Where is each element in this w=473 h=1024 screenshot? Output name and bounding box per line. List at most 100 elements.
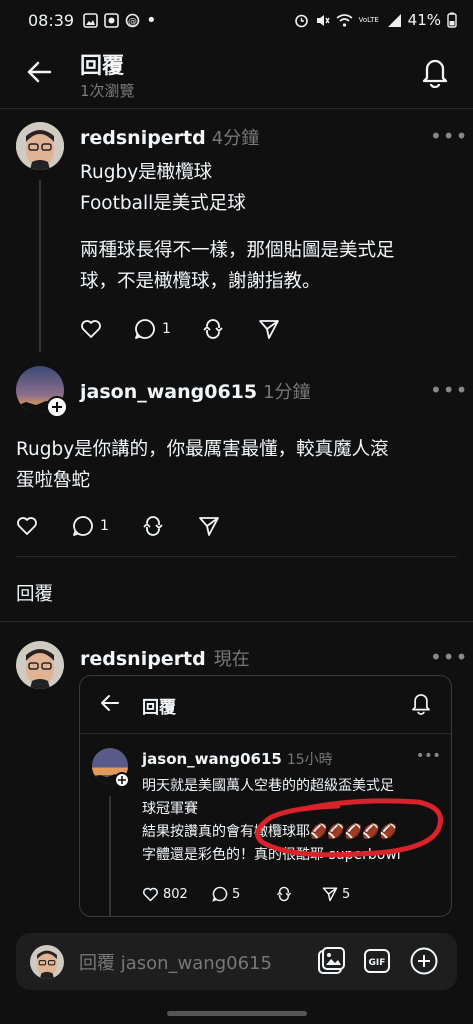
embed-follow-icon bbox=[114, 772, 130, 788]
embed-actions: 802 5 5 bbox=[142, 886, 350, 902]
repost-icon bbox=[276, 886, 292, 902]
home-indicator[interactable] bbox=[167, 1011, 307, 1016]
post-divider bbox=[16, 556, 457, 557]
heart-icon bbox=[81, 320, 101, 338]
red-circle-annotation bbox=[255, 798, 443, 858]
gif-icon: GIF bbox=[364, 949, 390, 973]
dot-icon: • bbox=[146, 9, 157, 31]
header-divider bbox=[0, 108, 473, 109]
comment-count: 1 bbox=[162, 321, 171, 337]
embed-title: 回覆 bbox=[142, 698, 176, 718]
page-title: 回覆 bbox=[80, 54, 125, 79]
post-line: Rugby是你講的，你最厲害最懂，較真魔人滾 bbox=[16, 439, 389, 460]
avatar[interactable] bbox=[16, 122, 64, 170]
mute-icon bbox=[316, 14, 330, 26]
more-options-button[interactable]: ••• bbox=[430, 378, 468, 402]
post-line: 兩種球長得不一樣，那個貼圖是美式足 bbox=[80, 240, 395, 261]
user-avatar-icon bbox=[16, 641, 64, 689]
post-line: 蛋啦魯蛇 bbox=[16, 470, 91, 491]
embed-comment-count: 5 bbox=[232, 886, 241, 902]
thread-line bbox=[39, 180, 41, 352]
send-icon bbox=[199, 517, 219, 536]
back-arrow-icon bbox=[27, 61, 52, 83]
embedded-screenshot[interactable]: 回覆 jason_wang0615 15小時 ••• 明天就是美國萬人空巷的的超… bbox=[79, 675, 452, 917]
follow-button[interactable] bbox=[46, 396, 68, 418]
avatar[interactable] bbox=[16, 641, 64, 689]
heart-icon bbox=[17, 517, 37, 535]
signal-icon bbox=[387, 13, 401, 27]
embed-thread-line bbox=[109, 796, 111, 916]
add-button[interactable] bbox=[409, 946, 439, 976]
wifi-icon bbox=[336, 13, 353, 27]
more-options-button[interactable]: ••• bbox=[430, 645, 468, 669]
battery-icon bbox=[447, 12, 457, 28]
repost-icon bbox=[143, 516, 163, 536]
post-timestamp: 1分鐘 bbox=[263, 382, 311, 403]
embed-username: jason_wang0615 bbox=[142, 750, 282, 768]
user-avatar-icon bbox=[16, 122, 64, 170]
repost-button[interactable] bbox=[202, 318, 258, 340]
comment-button[interactable]: 1 bbox=[72, 515, 142, 537]
embed-timestamp: 15小時 bbox=[286, 752, 333, 768]
embed-more-dots-icon: ••• bbox=[416, 748, 441, 764]
volte-label: VoLTE bbox=[358, 16, 379, 24]
post-line: 球，不是橄欖球，謝謝指教。 bbox=[80, 271, 321, 292]
post-username[interactable]: jason_wang0615 bbox=[80, 381, 257, 403]
add-photo-button[interactable] bbox=[316, 946, 346, 976]
svg-text:GIF: GIF bbox=[369, 958, 386, 968]
comment-icon bbox=[212, 886, 228, 902]
comment-count: 1 bbox=[100, 518, 109, 534]
send-icon bbox=[322, 887, 338, 902]
send-icon bbox=[259, 320, 279, 339]
embed-back-arrow-icon bbox=[100, 694, 120, 712]
post-body: Rugby是橄欖球 Football是美式足球 兩種球長得不一樣，那個貼圖是美式… bbox=[80, 157, 460, 297]
more-dots-icon: ••• bbox=[430, 645, 469, 669]
repost-button[interactable] bbox=[142, 515, 198, 537]
svg-text:@: @ bbox=[128, 17, 137, 27]
post-username[interactable]: redsnipertd bbox=[80, 648, 206, 670]
comment-button[interactable]: 1 bbox=[134, 318, 202, 340]
more-options-button[interactable]: ••• bbox=[430, 124, 468, 148]
post-body: Rugby是你講的，你最厲害最懂，較真魔人滾 蛋啦魯蛇 bbox=[16, 434, 456, 496]
replies-section-label: 回覆 bbox=[16, 584, 54, 605]
heart-icon bbox=[143, 887, 158, 901]
plus-icon bbox=[52, 402, 62, 412]
gif-button[interactable]: GIF bbox=[362, 946, 392, 976]
plus-circle-icon bbox=[410, 947, 438, 975]
bell-icon bbox=[422, 59, 448, 88]
embed-header-divider bbox=[80, 733, 451, 734]
embed-line: 明天就是美國萬人空巷的的超級盃美式足 bbox=[142, 778, 394, 794]
back-button[interactable] bbox=[26, 60, 52, 84]
repost-icon bbox=[203, 319, 223, 339]
view-count: 1次瀏覽 bbox=[80, 82, 135, 100]
comment-icon bbox=[73, 516, 93, 536]
post-actions: 1 bbox=[16, 515, 220, 537]
post-line: Rugby是橄欖球 bbox=[80, 162, 213, 183]
post-line: Football是美式足球 bbox=[80, 193, 246, 214]
notification-button[interactable] bbox=[420, 56, 450, 88]
like-button[interactable] bbox=[80, 319, 134, 339]
user-avatar-icon bbox=[30, 945, 64, 979]
reply-composer[interactable]: 回覆 jason_wang0615 GIF bbox=[16, 933, 457, 990]
embed-bell-icon bbox=[410, 691, 432, 715]
post-actions: 1 bbox=[80, 318, 280, 340]
post-timestamp: 4分鐘 bbox=[211, 128, 260, 149]
share-button[interactable] bbox=[258, 318, 280, 340]
section-divider bbox=[0, 621, 473, 622]
battery-level: 41% bbox=[407, 11, 441, 29]
threads-icon: @ bbox=[125, 13, 140, 28]
reply-input[interactable]: 回覆 jason_wang0615 bbox=[79, 949, 272, 975]
like-button[interactable] bbox=[16, 516, 72, 536]
composer-avatar bbox=[30, 945, 64, 979]
comment-icon bbox=[135, 319, 155, 339]
embed-share-count: 5 bbox=[342, 886, 351, 902]
more-dots-icon: ••• bbox=[430, 124, 469, 148]
post-timestamp: 現在 bbox=[213, 649, 250, 670]
alarm-icon bbox=[294, 14, 308, 27]
more-dots-icon: ••• bbox=[430, 378, 469, 402]
share-button[interactable] bbox=[198, 515, 220, 537]
photo-icon bbox=[318, 947, 345, 974]
status-time: 08:39 bbox=[28, 11, 75, 30]
status-bar: 08:39 @ • VoLTE 41% bbox=[0, 0, 473, 44]
post-username[interactable]: redsnipertd bbox=[80, 127, 206, 149]
